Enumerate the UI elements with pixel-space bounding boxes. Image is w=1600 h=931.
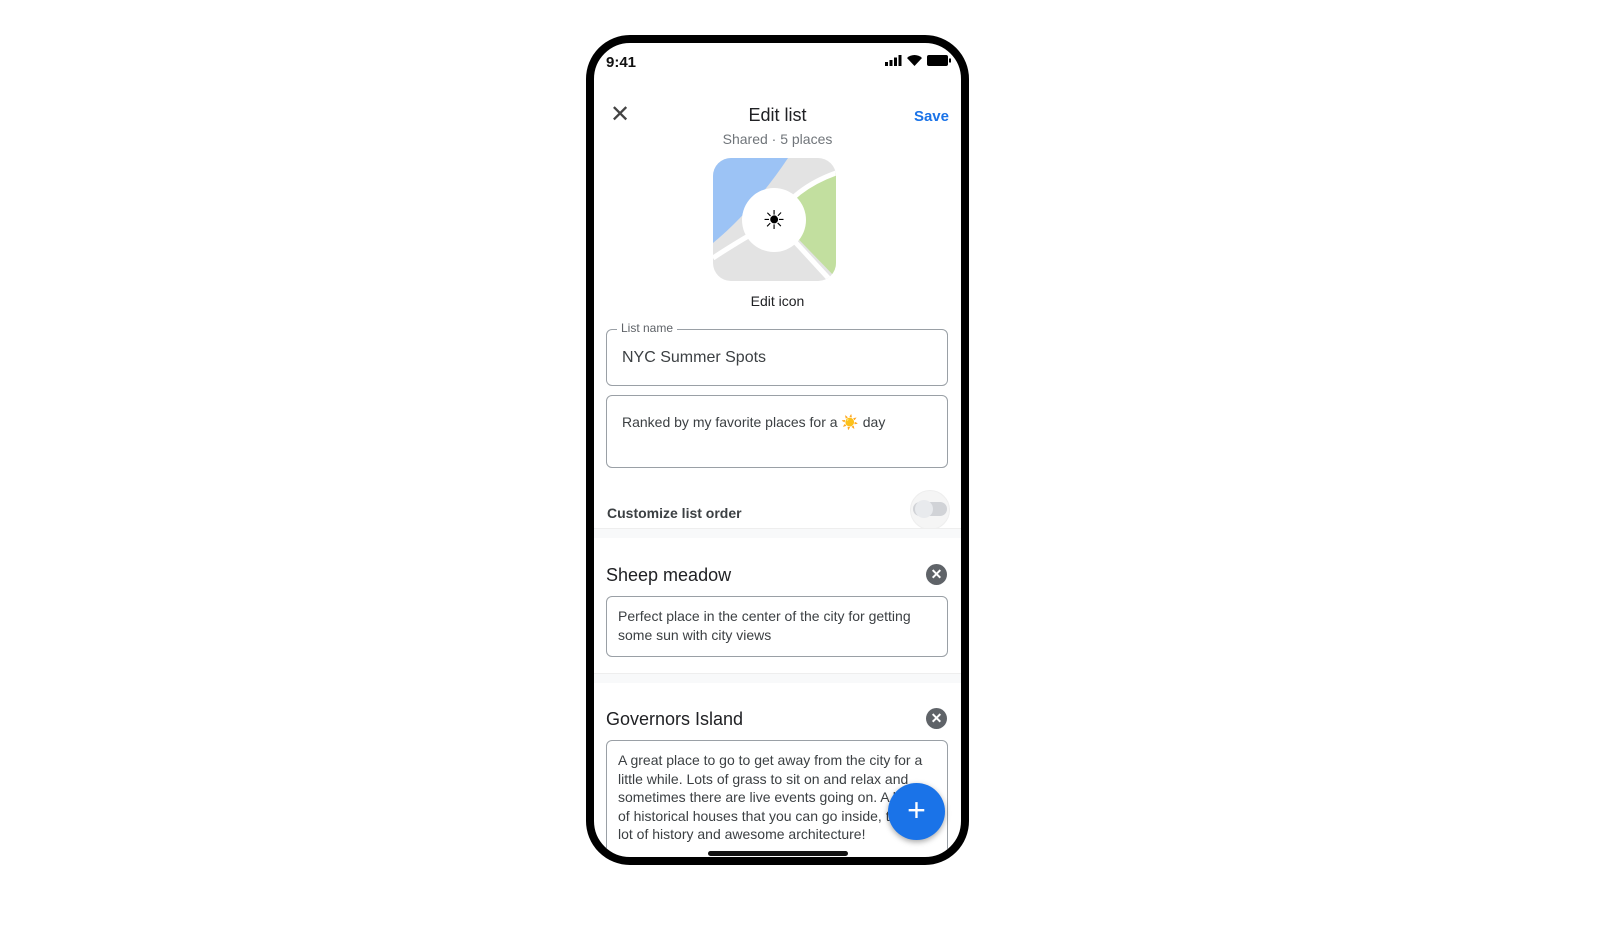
remove-place-button[interactable]: ✕ — [926, 708, 947, 729]
status-time: 9:41 — [606, 54, 637, 71]
save-button[interactable]: Save — [914, 108, 949, 125]
list-name-field[interactable]: List name NYC Summer Spots — [606, 321, 948, 386]
add-place-button[interactable]: + — [888, 783, 945, 840]
phone-frame: 9:41 ✕ Edit list Shared · 5 places Save … — [586, 35, 969, 865]
place-name: Governors Island — [606, 709, 744, 729]
sun-icon: ☀ — [762, 205, 785, 235]
description-value: Ranked by my favorite places for a ☀️ da… — [622, 414, 886, 430]
wifi-icon — [907, 55, 922, 66]
divider — [594, 673, 961, 683]
status-icons — [885, 55, 951, 66]
divider — [594, 528, 961, 538]
remove-place-button[interactable]: ✕ — [926, 564, 947, 585]
page-subtitle: Shared · 5 places — [722, 131, 833, 147]
signal-icon — [885, 55, 902, 66]
list-name-label: List name — [617, 321, 678, 335]
edit-icon-label[interactable]: Edit icon — [594, 293, 961, 309]
list-icon-button[interactable]: ☀ — [713, 158, 836, 281]
place-name: Sheep meadow — [606, 565, 732, 585]
place-note-field[interactable]: Perfect place in the center of the city … — [606, 596, 948, 657]
home-indicator[interactable] — [708, 851, 848, 856]
customize-order-label: Customize list order — [607, 505, 742, 521]
page-title: Edit list — [748, 105, 807, 125]
map-icon: ☀ — [713, 158, 836, 281]
list-name-value: NYC Summer Spots — [622, 349, 767, 366]
description-field[interactable]: Ranked by my favorite places for a ☀️ da… — [606, 395, 948, 468]
customize-order-toggle[interactable] — [910, 490, 950, 530]
battery-icon — [927, 55, 951, 66]
